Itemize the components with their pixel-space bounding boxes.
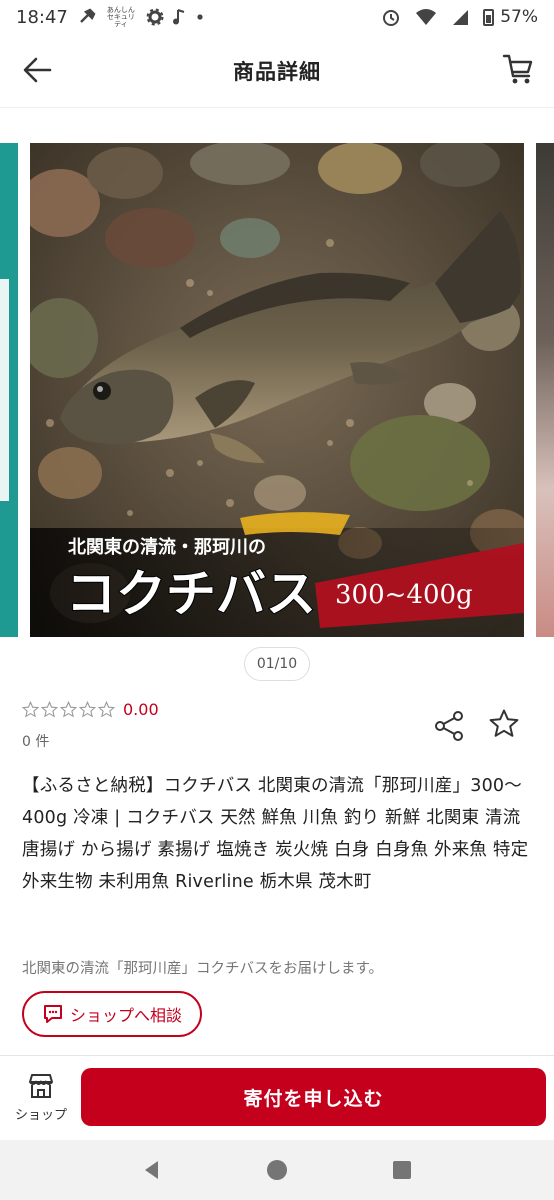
product-description: 北関東の清流「那珂川産」コクチバスをお届けします。 bbox=[22, 961, 384, 977]
review-count: 0 件 bbox=[22, 734, 50, 750]
rating-score: 0.00 bbox=[123, 700, 159, 719]
system-nav-bar bbox=[0, 1140, 554, 1200]
music-note-icon bbox=[172, 8, 188, 26]
share-icon[interactable] bbox=[434, 710, 466, 742]
overlay-title: コクチバス bbox=[66, 565, 316, 623]
status-bar: 18:47 あんしんセキュリティ 57% bbox=[0, 0, 554, 34]
page-title: 商品詳細 bbox=[233, 59, 321, 84]
dot-icon bbox=[196, 13, 204, 21]
alarm-icon bbox=[381, 7, 401, 27]
nav-back-icon[interactable] bbox=[140, 1158, 164, 1182]
gear-icon bbox=[146, 8, 164, 26]
cart-icon[interactable] bbox=[502, 50, 534, 86]
arrow-left-icon[interactable] bbox=[20, 52, 56, 88]
consult-shop-button[interactable]: ショップへ相談 bbox=[22, 991, 202, 1037]
wifi-icon bbox=[415, 8, 437, 26]
star-outline-icon bbox=[79, 701, 96, 718]
bottom-action-bar: ショップ 寄付を申し込む bbox=[0, 1060, 554, 1140]
image-carousel[interactable]: 北関東の清流・那珂川の コクチバス 300~400g bbox=[0, 143, 554, 639]
battery-percent: 57% bbox=[500, 7, 538, 27]
star-outline-icon bbox=[98, 701, 115, 718]
divider bbox=[0, 1055, 554, 1056]
store-icon bbox=[29, 1074, 53, 1098]
app-header: 商品詳細 bbox=[0, 34, 554, 108]
product-image[interactable]: 北関東の清流・那珂川の コクチバス 300~400g bbox=[30, 143, 524, 637]
image-pager: 01/10 bbox=[244, 647, 310, 681]
status-time: 18:47 bbox=[16, 6, 68, 28]
apply-donation-button[interactable]: 寄付を申し込む bbox=[81, 1068, 546, 1126]
consult-shop-label: ショップへ相談 bbox=[69, 1006, 182, 1025]
star-rating bbox=[22, 701, 115, 718]
overlay-weight: 300~400g bbox=[335, 580, 473, 610]
security-app-label: あんしんセキュリティ bbox=[106, 5, 135, 28]
signal-icon bbox=[451, 8, 469, 26]
nav-recents-icon[interactable] bbox=[390, 1158, 414, 1182]
overlay-subtitle: 北関東の清流・那珂川の bbox=[68, 536, 266, 558]
next-image-peek[interactable] bbox=[536, 143, 554, 637]
chat-bubble-icon bbox=[43, 1005, 62, 1023]
star-outline-icon bbox=[22, 701, 39, 718]
previous-image-peek[interactable] bbox=[0, 143, 18, 637]
product-detail-screen: 18:47 あんしんセキュリティ 57% 商品詳細 北関東の清流・那珂川の コク… bbox=[0, 0, 554, 1200]
star-outline-icon bbox=[41, 701, 58, 718]
nav-home-icon[interactable] bbox=[265, 1158, 289, 1182]
product-title: 【ふるさと納税】コクチバス 北関東の清流「那珂川産」300〜400g 冷凍 | … bbox=[22, 776, 529, 892]
rating-row: 0.00 bbox=[22, 700, 159, 719]
shop-label: ショップ bbox=[14, 1108, 67, 1123]
favorite-star-icon[interactable] bbox=[488, 708, 520, 740]
shop-button[interactable]: ショップ bbox=[8, 1072, 74, 1123]
star-outline-icon bbox=[60, 701, 77, 718]
hammer-icon bbox=[78, 8, 96, 26]
battery-icon bbox=[483, 8, 495, 26]
